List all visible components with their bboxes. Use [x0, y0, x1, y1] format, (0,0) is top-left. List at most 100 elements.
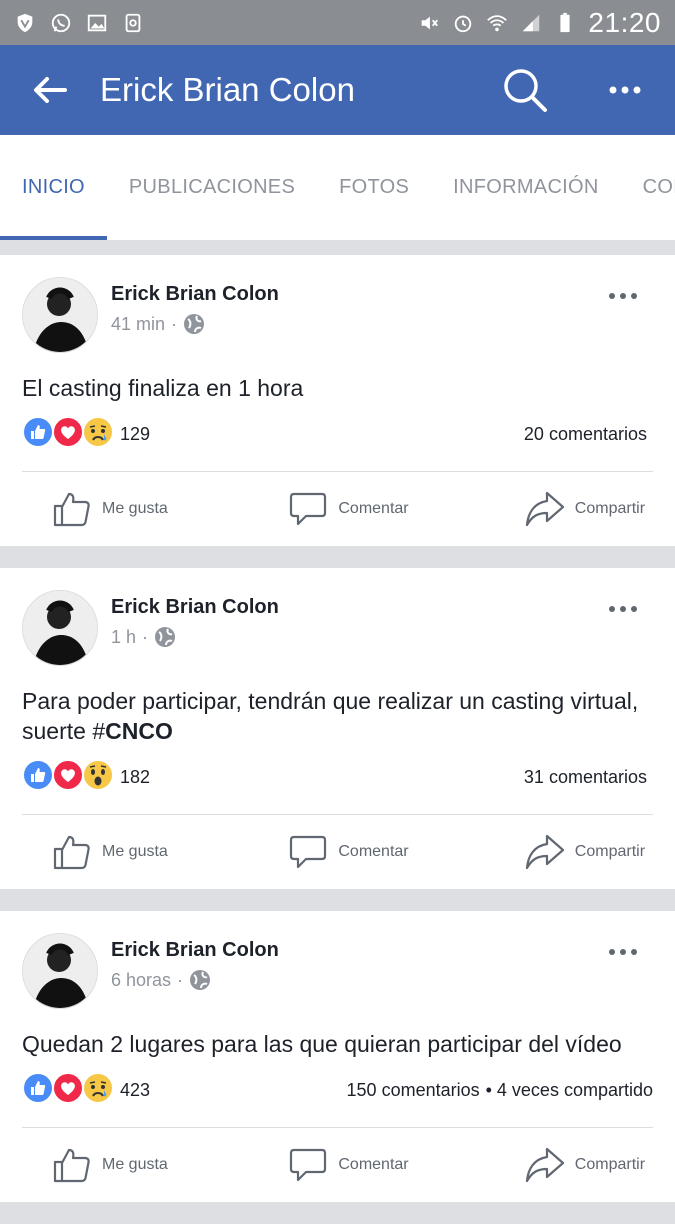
globe-icon: [155, 627, 176, 647]
author-name[interactable]: Erick Brian Colon: [111, 596, 279, 619]
profile-photo-icon: [23, 278, 97, 352]
profile-tabs: INICIO PUBLICACIONES FOTOS INFORMACIÓN C…: [0, 135, 675, 240]
search-icon: [504, 69, 547, 112]
comment-button[interactable]: Comentar: [250, 832, 448, 872]
arrow-left-icon: [34, 77, 67, 103]
comment-bubble-icon: [290, 835, 327, 869]
like-reaction-icon: [22, 758, 54, 796]
like-reaction-icon: [22, 415, 54, 453]
tab-fotos[interactable]: FOTOS: [317, 135, 431, 240]
reaction-icons: [22, 415, 114, 453]
comments-count[interactable]: 20 comentarios: [524, 424, 647, 445]
more-dots-icon: [609, 949, 637, 955]
comment-button[interactable]: Comentar: [250, 1145, 448, 1185]
post-time[interactable]: 41 min: [111, 314, 165, 335]
post-text: Para poder participar, tendrán que reali…: [22, 668, 653, 760]
post-text-body: Quedan 2 lugares para las que quieran pa…: [22, 1031, 622, 1057]
meta-separator: ·: [171, 313, 178, 334]
comment-label: Comentar: [338, 1156, 409, 1173]
vpn-shield-icon: [17, 13, 33, 32]
reaction-count: 182: [120, 766, 151, 787]
engagement-summary: 20 comentarios: [524, 424, 653, 445]
comment-button[interactable]: Comentar: [250, 489, 448, 529]
share-button[interactable]: Compartir: [447, 832, 653, 872]
like-label: Me gusta: [102, 843, 168, 860]
like-button[interactable]: Me gusta: [22, 1145, 250, 1185]
tab-comunidad[interactable]: COMU: [621, 135, 675, 240]
reactions-row[interactable]: 423 150 comentarios • 4 veces compartido: [22, 1071, 653, 1109]
post-options-button[interactable]: [603, 281, 643, 311]
like-label: Me gusta: [102, 1156, 168, 1173]
share-label: Compartir: [574, 843, 646, 860]
post-meta: 1 h ·: [111, 626, 176, 648]
thumbs-up-icon: [53, 492, 90, 527]
like-button[interactable]: Me gusta: [22, 489, 250, 529]
profile-photo-icon: [23, 591, 97, 665]
author-name[interactable]: Erick Brian Colon: [111, 939, 279, 962]
page-title: Erick Brian Colon: [100, 71, 355, 108]
comment-label: Comentar: [338, 500, 409, 517]
recycle-icon: [125, 13, 141, 32]
reactions-row[interactable]: 129 20 comentarios: [22, 415, 653, 453]
shares-count[interactable]: • 4 veces compartido: [486, 1080, 653, 1101]
back-button[interactable]: [0, 45, 100, 135]
post-card: Erick Brian Colon 6 horas · Quedan 2 lug…: [0, 911, 675, 1202]
love-reaction-icon: [52, 758, 84, 796]
share-button[interactable]: Compartir: [447, 1145, 653, 1185]
post-text: Quedan 2 lugares para las que quieran pa…: [22, 1011, 653, 1073]
post-meta: 41 min ·: [111, 313, 205, 335]
more-dots-icon: [609, 86, 641, 94]
thumbs-up-icon: [53, 835, 90, 870]
comments-count[interactable]: 31 comentarios: [524, 767, 647, 788]
meta-separator: ·: [142, 626, 149, 647]
share-label: Compartir: [574, 1156, 646, 1173]
status-bar: 21:20: [0, 0, 675, 45]
wifi-icon: [487, 14, 508, 31]
tab-informacion[interactable]: INFORMACIÓN: [431, 135, 621, 240]
post-header: Erick Brian Colon 41 min ·: [22, 255, 653, 355]
reaction-icons: [22, 758, 114, 796]
meta-separator: ·: [177, 969, 184, 990]
gallery-icon: [87, 14, 107, 31]
share-button[interactable]: Compartir: [447, 489, 653, 529]
like-reaction-icon: [22, 1071, 54, 1109]
like-button[interactable]: Me gusta: [22, 832, 250, 872]
post-options-button[interactable]: [603, 594, 643, 624]
reaction-count: 423: [120, 1079, 151, 1100]
wow-reaction-icon: [82, 758, 114, 796]
clock: 21:20: [588, 6, 661, 38]
reactions-row[interactable]: 182 31 comentarios: [22, 758, 653, 796]
comments-count[interactable]: 150 comentarios: [347, 1080, 480, 1101]
more-dots-icon: [609, 293, 637, 299]
globe-icon: [190, 970, 211, 990]
more-options-button[interactable]: [575, 45, 675, 135]
tab-inicio[interactable]: INICIO: [0, 135, 107, 240]
signal-icon: [523, 14, 540, 31]
share-arrow-icon: [525, 491, 564, 527]
reaction-count: 129: [120, 423, 151, 444]
post-text: El casting finaliza en 1 hora: [22, 355, 653, 417]
posts-feed: Erick Brian Colon 41 min · El casting fi…: [0, 255, 675, 1224]
mute-icon: [422, 16, 439, 29]
post-options-button[interactable]: [603, 937, 643, 967]
app-bar: Erick Brian Colon: [0, 45, 675, 135]
search-button[interactable]: [475, 45, 575, 135]
post-time[interactable]: 1 h: [111, 627, 136, 648]
globe-icon: [184, 314, 205, 334]
tab-publicaciones[interactable]: PUBLICACIONES: [107, 135, 317, 240]
post-text-hashtag[interactable]: CNCO: [105, 718, 173, 744]
author-name[interactable]: Erick Brian Colon: [111, 283, 279, 306]
reaction-icons: [22, 1071, 114, 1109]
thumbs-up-icon: [53, 1148, 90, 1183]
post-actions: Me gusta Comentar Compartir: [22, 472, 653, 546]
post-card: Erick Brian Colon 1 h · Para poder parti…: [0, 568, 675, 889]
engagement-summary: 31 comentarios: [524, 767, 653, 788]
sad-reaction-icon: [82, 415, 114, 453]
avatar[interactable]: [22, 277, 98, 353]
comment-bubble-icon: [290, 492, 327, 526]
post-time[interactable]: 6 horas: [111, 970, 171, 991]
avatar[interactable]: [22, 933, 98, 1009]
profile-photo-icon: [23, 934, 97, 1008]
avatar[interactable]: [22, 590, 98, 666]
whatsapp-icon: [51, 13, 71, 32]
